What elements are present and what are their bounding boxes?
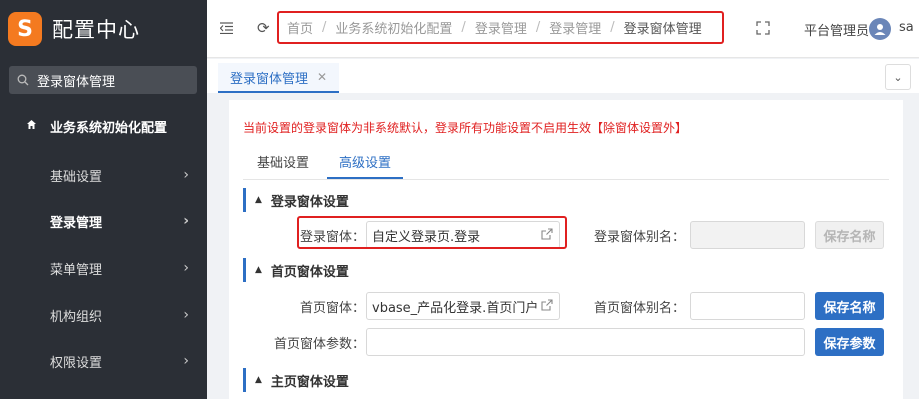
login-alias-input (690, 221, 805, 249)
breadcrumb-login-management[interactable]: 登录管理 (475, 18, 527, 37)
sidebar-item-login-management[interactable]: 登录管理 › (0, 198, 207, 244)
page-tab-label: 登录窗体管理 (230, 71, 309, 87)
refresh-icon[interactable]: ⟳ (257, 19, 270, 37)
fullscreen-icon[interactable] (756, 21, 770, 39)
section-title: 主页窗体设置 (270, 374, 349, 390)
menu-search-input[interactable] (37, 72, 187, 88)
user-name[interactable]: 平台管理员 (804, 20, 869, 39)
chevron-right-icon: › (183, 307, 189, 323)
collapse-sidebar-icon[interactable] (219, 22, 234, 36)
home-form-label: 首页窗体： (299, 301, 365, 316)
home-form-field[interactable]: vbase_产品化登录.首页门户 (366, 292, 560, 320)
home-icon (26, 119, 40, 133)
sidebar-item-label: 登录管理 (50, 215, 103, 231)
search-icon (17, 73, 31, 87)
sidebar-item-menu-management[interactable]: 菜单管理 › (0, 245, 207, 291)
section-home-form[interactable]: ▲ 首页窗体设置 (243, 258, 349, 282)
sidebar-item-permission-settings[interactable]: 权限设置 › (0, 338, 207, 384)
breadcrumb-separator: / (322, 20, 327, 35)
home-params-input[interactable] (366, 328, 805, 356)
chevron-right-icon: › (183, 167, 189, 183)
sidebar-item-label: 权限设置 (50, 355, 103, 371)
app-title: 配置中心 (52, 18, 140, 42)
chevron-right-icon: › (183, 353, 189, 369)
top-header: ⟳ 首页 / 业务系统初始化配置 / 登录管理 / 登录管理 / 登录窗体管理 … (207, 0, 919, 58)
home-alias-label: 首页窗体别名： (593, 301, 685, 316)
caret-up-icon: ▲ (255, 195, 262, 205)
section-title: 登录窗体设置 (270, 194, 349, 210)
sidebar-item-label: 机构组织 (50, 309, 103, 325)
user-id[interactable]: sa (899, 20, 914, 35)
sidebar-group-business-init[interactable]: 业务系统初始化配置 (0, 104, 207, 148)
chevron-right-icon: › (183, 213, 189, 229)
page-tabs: 登录窗体管理 ✕ ⌄ (207, 59, 919, 93)
breadcrumb-separator: / (610, 20, 615, 35)
page-tab-login-form-management[interactable]: 登录窗体管理 ✕ (218, 63, 340, 93)
chevron-down-icon: ⌄ (893, 70, 903, 84)
notice-text: 当前设置的登录窗体为非系统默认，登录所有功能设置不启用生效【除窗体设置外】 (243, 121, 688, 135)
caret-up-icon: ▲ (255, 265, 262, 275)
app-logo: S (8, 12, 42, 46)
close-icon[interactable]: ✕ (317, 70, 327, 84)
sidebar-item-label: 基础设置 (50, 169, 103, 185)
breadcrumb-business-init[interactable]: 业务系统初始化配置 (335, 18, 452, 37)
section-login-form[interactable]: ▲ 登录窗体设置 (243, 188, 349, 212)
breadcrumb: 首页 / 业务系统初始化配置 / 登录管理 / 登录管理 / 登录窗体管理 (277, 11, 724, 44)
breadcrumb-login-management-sub[interactable]: 登录管理 (549, 18, 601, 37)
tabs-dropdown-button[interactable]: ⌄ (885, 64, 911, 90)
sidebar: S 配置中心 业务系统初始化配置 基础设置 › 登录管理 › 菜单管理 › 机构… (0, 0, 207, 399)
section-title: 首页窗体设置 (270, 264, 349, 280)
section-main-page-form[interactable]: ▲ 主页窗体设置 (243, 368, 349, 392)
main-content: 当前设置的登录窗体为非系统默认，登录所有功能设置不启用生效【除窗体设置外】 基础… (229, 100, 903, 399)
sidebar-item-organization[interactable]: 机构组织 › (0, 292, 207, 338)
avatar[interactable] (869, 18, 891, 40)
sidebar-item-label: 菜单管理 (50, 262, 103, 278)
breadcrumb-separator: / (535, 20, 541, 35)
sidebar-group-label: 业务系统初始化配置 (50, 120, 168, 136)
tab-basic-settings[interactable]: 基础设置 (245, 152, 321, 179)
brand: S 配置中心 (0, 0, 207, 58)
sidebar-item-basic-settings[interactable]: 基础设置 › (0, 152, 207, 198)
external-link-icon[interactable] (541, 298, 553, 314)
home-alias-input[interactable] (690, 292, 805, 320)
home-form-value: vbase_产品化登录.首页门户 (372, 300, 539, 316)
login-alias-label: 登录窗体别名： (593, 230, 685, 245)
save-name-button[interactable]: 保存名称 (815, 292, 884, 320)
chevron-right-icon: › (183, 260, 189, 276)
breadcrumb-home[interactable]: 首页 (287, 18, 313, 37)
menu-search[interactable] (9, 66, 197, 94)
highlight-box (297, 216, 567, 249)
breadcrumb-separator: / (461, 20, 466, 35)
home-params-label: 首页窗体参数： (273, 337, 365, 352)
save-params-button[interactable]: 保存参数 (815, 328, 884, 356)
tab-advanced-settings[interactable]: 高级设置 (327, 152, 404, 179)
tabs-divider (243, 179, 889, 180)
breadcrumb-current: 登录窗体管理 (623, 22, 702, 37)
save-name-button-disabled: 保存名称 (815, 221, 884, 249)
caret-up-icon: ▲ (255, 375, 262, 385)
